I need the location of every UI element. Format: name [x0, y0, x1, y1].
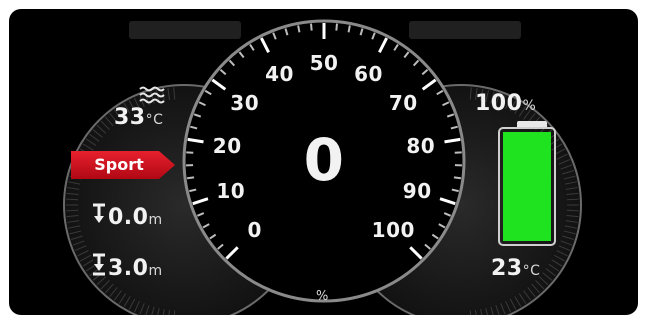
- trip-b-unit: m: [148, 263, 163, 279]
- ambient-temp-value: 23: [491, 256, 523, 281]
- gauge-tick-label: 70: [388, 91, 418, 116]
- battery-percent-readout: 100%: [475, 91, 536, 116]
- gauge-tick-label: 10: [216, 179, 246, 204]
- gauge-tick-label: 50: [309, 51, 339, 75]
- battery-percent-value: 100: [475, 91, 523, 116]
- minor-tick: [186, 176, 195, 180]
- trip-a-value: 0.0: [108, 205, 149, 230]
- battery-fill: [503, 132, 551, 241]
- minor-tick: [310, 23, 313, 31]
- dial-hatch-mark: [66, 209, 79, 212]
- coolant-temp-unit: °C: [145, 112, 164, 128]
- speed-readout: 0: [303, 126, 345, 194]
- sport-mode-label: Sport: [94, 155, 144, 174]
- gauge-tick-label: 90: [402, 179, 432, 204]
- gauge-tick-label: 20: [212, 133, 242, 158]
- trip-b-value: 3.0: [108, 256, 149, 281]
- battery-percent-unit: %: [522, 98, 537, 114]
- trip-a-unit: m: [148, 212, 163, 228]
- gauge-unit-label: %: [316, 289, 329, 304]
- minor-tick: [453, 176, 462, 180]
- dial-hatch-mark: [566, 198, 579, 201]
- trip-b-readout: 3.0m: [108, 256, 163, 281]
- gauge-tick-label: 0: [247, 218, 262, 243]
- gauge-tick-label: 60: [354, 61, 383, 86]
- minor-tick: [335, 23, 338, 31]
- gauge-tick-label: 30: [230, 91, 260, 116]
- ambient-temp-unit: °C: [522, 263, 541, 279]
- minor-tick: [297, 25, 301, 33]
- sport-mode-badge[interactable]: Sport: [73, 150, 173, 180]
- dial-hatch-mark: [566, 209, 579, 212]
- gauge-tick-label: 80: [406, 133, 436, 158]
- top-bar-right: [409, 21, 521, 39]
- ambient-temp-readout: 23°C: [491, 256, 540, 281]
- gauge-tick-label: 100: [371, 218, 415, 243]
- instrument-cluster: 0 10 20 30 40 50 60 70 80 90 100 0 % 33°C Sport 0.…: [9, 9, 638, 315]
- coolant-temp-readout: 33°C: [114, 105, 163, 130]
- minor-tick: [347, 25, 351, 33]
- coolant-temp-value: 33: [114, 105, 146, 130]
- top-bar-left: [129, 21, 241, 39]
- dial-hatch-mark: [66, 198, 79, 201]
- gauge-tick-label: 40: [265, 61, 294, 86]
- trip-a-readout: 0.0m: [108, 205, 163, 230]
